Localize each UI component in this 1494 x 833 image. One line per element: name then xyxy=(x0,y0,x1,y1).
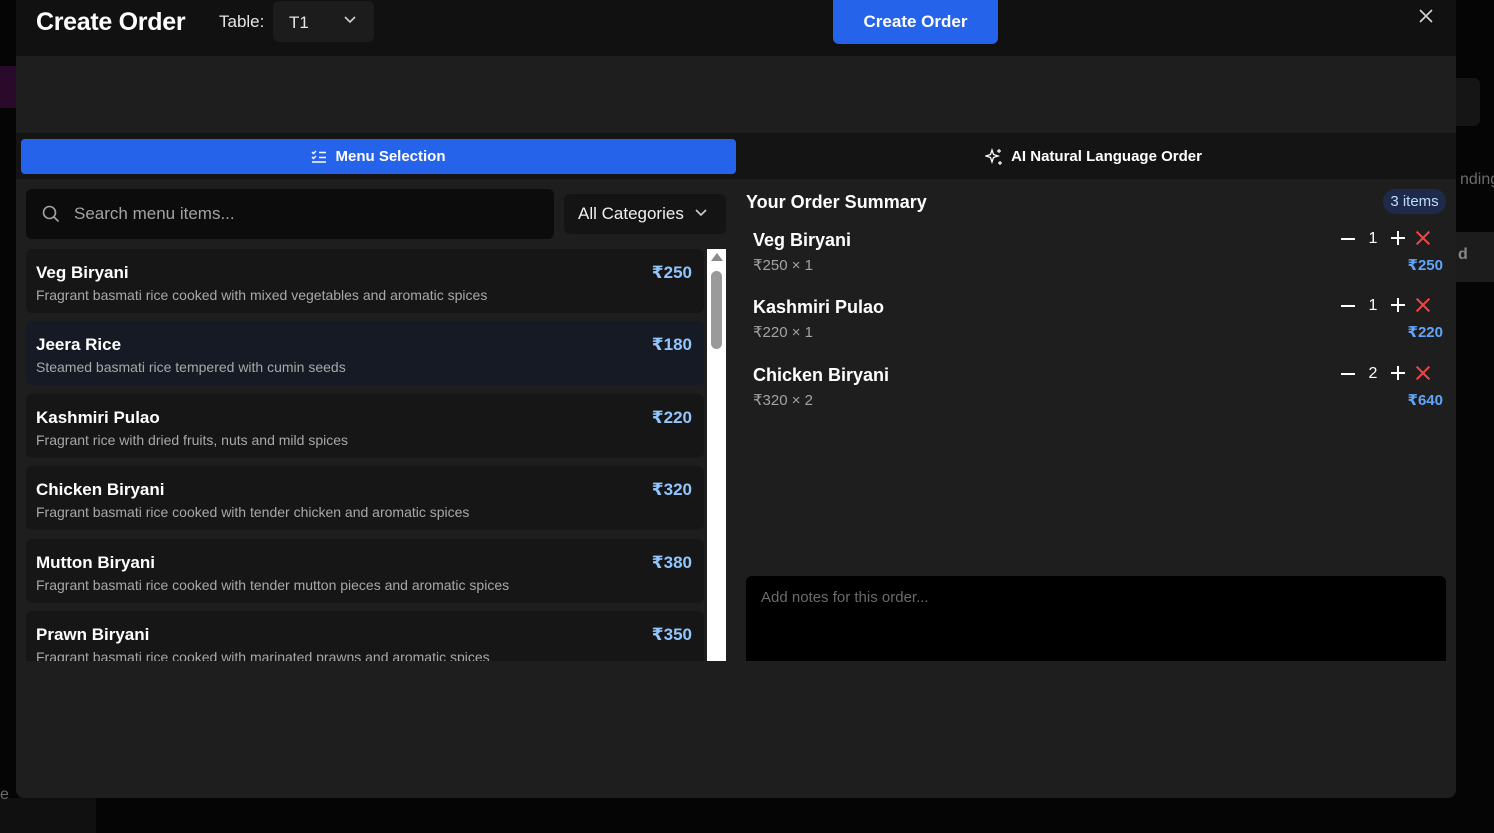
notes-placeholder: Add notes for this order... xyxy=(761,589,929,606)
category-select[interactable]: All Categories xyxy=(564,194,726,234)
category-select-value: All Categories xyxy=(578,204,684,223)
order-item-quantity: 1 xyxy=(1368,230,1378,247)
menu-item[interactable]: Chicken Biryani Fragrant basmati rice co… xyxy=(26,466,704,530)
decrease-quantity-button[interactable] xyxy=(1341,238,1355,240)
menu-item-name: Prawn Biryani xyxy=(36,625,150,644)
menu-item-name: Veg Biryani xyxy=(36,263,129,282)
tab-label: Menu Selection xyxy=(335,148,446,165)
remove-item-button[interactable] xyxy=(1416,231,1430,245)
order-item-detail: ₹320 × 2 xyxy=(753,392,814,409)
menu-item[interactable]: Prawn Biryani Fragrant basmati rice cook… xyxy=(26,611,704,661)
search-icon xyxy=(42,205,60,223)
table-select-value: T1 xyxy=(289,13,309,32)
close-icon[interactable] xyxy=(1416,6,1436,26)
order-item-quantity: 1 xyxy=(1368,297,1378,314)
remove-item-button[interactable] xyxy=(1416,366,1430,380)
order-item: Kashmiri Pulao ₹220 × 1 1 ₹220 xyxy=(753,297,1443,357)
chevron-down-icon xyxy=(695,209,707,217)
menu-item-description: Fragrant rice with dried fruits, nuts an… xyxy=(36,432,349,448)
menu-item[interactable]: Kashmiri Pulao Fragrant rice with dried … xyxy=(26,394,704,458)
menu-item-price: ₹220 xyxy=(651,408,692,427)
order-item-quantity: 2 xyxy=(1368,365,1378,382)
menu-item-description: Fragrant basmati rice cooked with marina… xyxy=(36,649,490,661)
menu-item-price: ₹250 xyxy=(651,263,692,282)
menu-item-price: ₹180 xyxy=(651,335,692,354)
menu-item-name: Mutton Biryani xyxy=(36,553,155,572)
tab-menu-selection[interactable]: Menu Selection xyxy=(21,139,736,174)
menu-item-name: Kashmiri Pulao xyxy=(36,408,160,427)
menu-item-price: ₹380 xyxy=(651,553,692,572)
order-item: Veg Biryani ₹250 × 1 1 ₹250 xyxy=(753,230,1443,290)
background-text-fragment: d xyxy=(1458,246,1468,263)
create-order-button[interactable]: Create Order xyxy=(833,0,998,44)
order-item-total: ₹640 xyxy=(1407,392,1443,409)
tab-label: AI Natural Language Order xyxy=(1011,148,1202,165)
chevron-down-icon xyxy=(344,16,356,24)
background-sidebar xyxy=(0,798,96,833)
menu-item-description: Fragrant basmati rice cooked with tender… xyxy=(36,577,510,593)
modal-header: Create Order Table: T1 Create Order xyxy=(16,0,1456,56)
menu-item-price: ₹320 xyxy=(651,480,692,499)
menu-item-description: Fragrant basmati rice cooked with tender… xyxy=(36,504,470,520)
create-order-modal: Create Order Table: T1 Create Order Menu… xyxy=(16,0,1456,798)
modal-title: Create Order xyxy=(36,8,186,36)
menu-item[interactable]: Mutton Biryani Fragrant basmati rice coo… xyxy=(26,539,704,603)
scrollbar-thumb[interactable] xyxy=(711,271,722,349)
order-item: Chicken Biryani ₹320 × 2 2 ₹640 xyxy=(753,365,1443,425)
menu-item[interactable]: Jeera Rice Steamed basmati rice tempered… xyxy=(26,321,704,385)
background-card xyxy=(1456,78,1480,126)
decrease-quantity-button[interactable] xyxy=(1341,373,1355,375)
menu-scrollbar[interactable] xyxy=(707,249,726,661)
item-count-badge: 3 items xyxy=(1383,189,1446,214)
menu-list: Veg Biryani Fragrant basmati rice cooked… xyxy=(26,249,706,661)
order-notes-textarea[interactable]: Add notes for this order... xyxy=(746,576,1446,661)
menu-item-description: Steamed basmati rice tempered with cumin… xyxy=(36,359,346,375)
menu-item-name: Chicken Biryani xyxy=(36,480,165,499)
search-placeholder: Search menu items... xyxy=(74,204,235,223)
order-mode-tabs: Menu Selection AI Natural Language Order xyxy=(16,133,1456,179)
table-label: Table: xyxy=(219,12,265,31)
background-text-fragment: e xyxy=(0,786,9,803)
menu-item[interactable]: Veg Biryani Fragrant basmati rice cooked… xyxy=(26,249,704,313)
remove-item-button[interactable] xyxy=(1416,298,1430,312)
decrease-quantity-button[interactable] xyxy=(1341,305,1355,307)
menu-item-name: Jeera Rice xyxy=(36,335,122,354)
order-item-total: ₹250 xyxy=(1407,257,1443,274)
sparkles-icon xyxy=(985,147,1003,165)
increase-quantity-button[interactable] xyxy=(1391,366,1405,380)
search-input[interactable]: Search menu items... xyxy=(26,189,554,239)
increase-quantity-button[interactable] xyxy=(1391,231,1405,245)
table-select[interactable]: T1 xyxy=(273,1,374,42)
scroll-up-arrow-icon[interactable] xyxy=(711,253,723,261)
increase-quantity-button[interactable] xyxy=(1391,298,1405,312)
menu-item-description: Fragrant basmati rice cooked with mixed … xyxy=(36,287,488,303)
order-item-name: Veg Biryani xyxy=(753,230,852,250)
order-item-name: Kashmiri Pulao xyxy=(753,297,885,317)
background-strip xyxy=(0,66,16,108)
order-item-detail: ₹220 × 1 xyxy=(753,324,814,341)
tab-ai-natural-language-order[interactable]: AI Natural Language Order xyxy=(736,139,1451,174)
order-item-total: ₹220 xyxy=(1407,324,1443,341)
order-item-name: Chicken Biryani xyxy=(753,365,890,385)
background-text-fragment: nding xyxy=(1460,171,1494,188)
list-check-icon xyxy=(311,150,327,163)
menu-item-price: ₹350 xyxy=(651,625,692,644)
order-summary-title: Your Order Summary xyxy=(746,192,927,212)
order-item-detail: ₹250 × 1 xyxy=(753,257,814,274)
